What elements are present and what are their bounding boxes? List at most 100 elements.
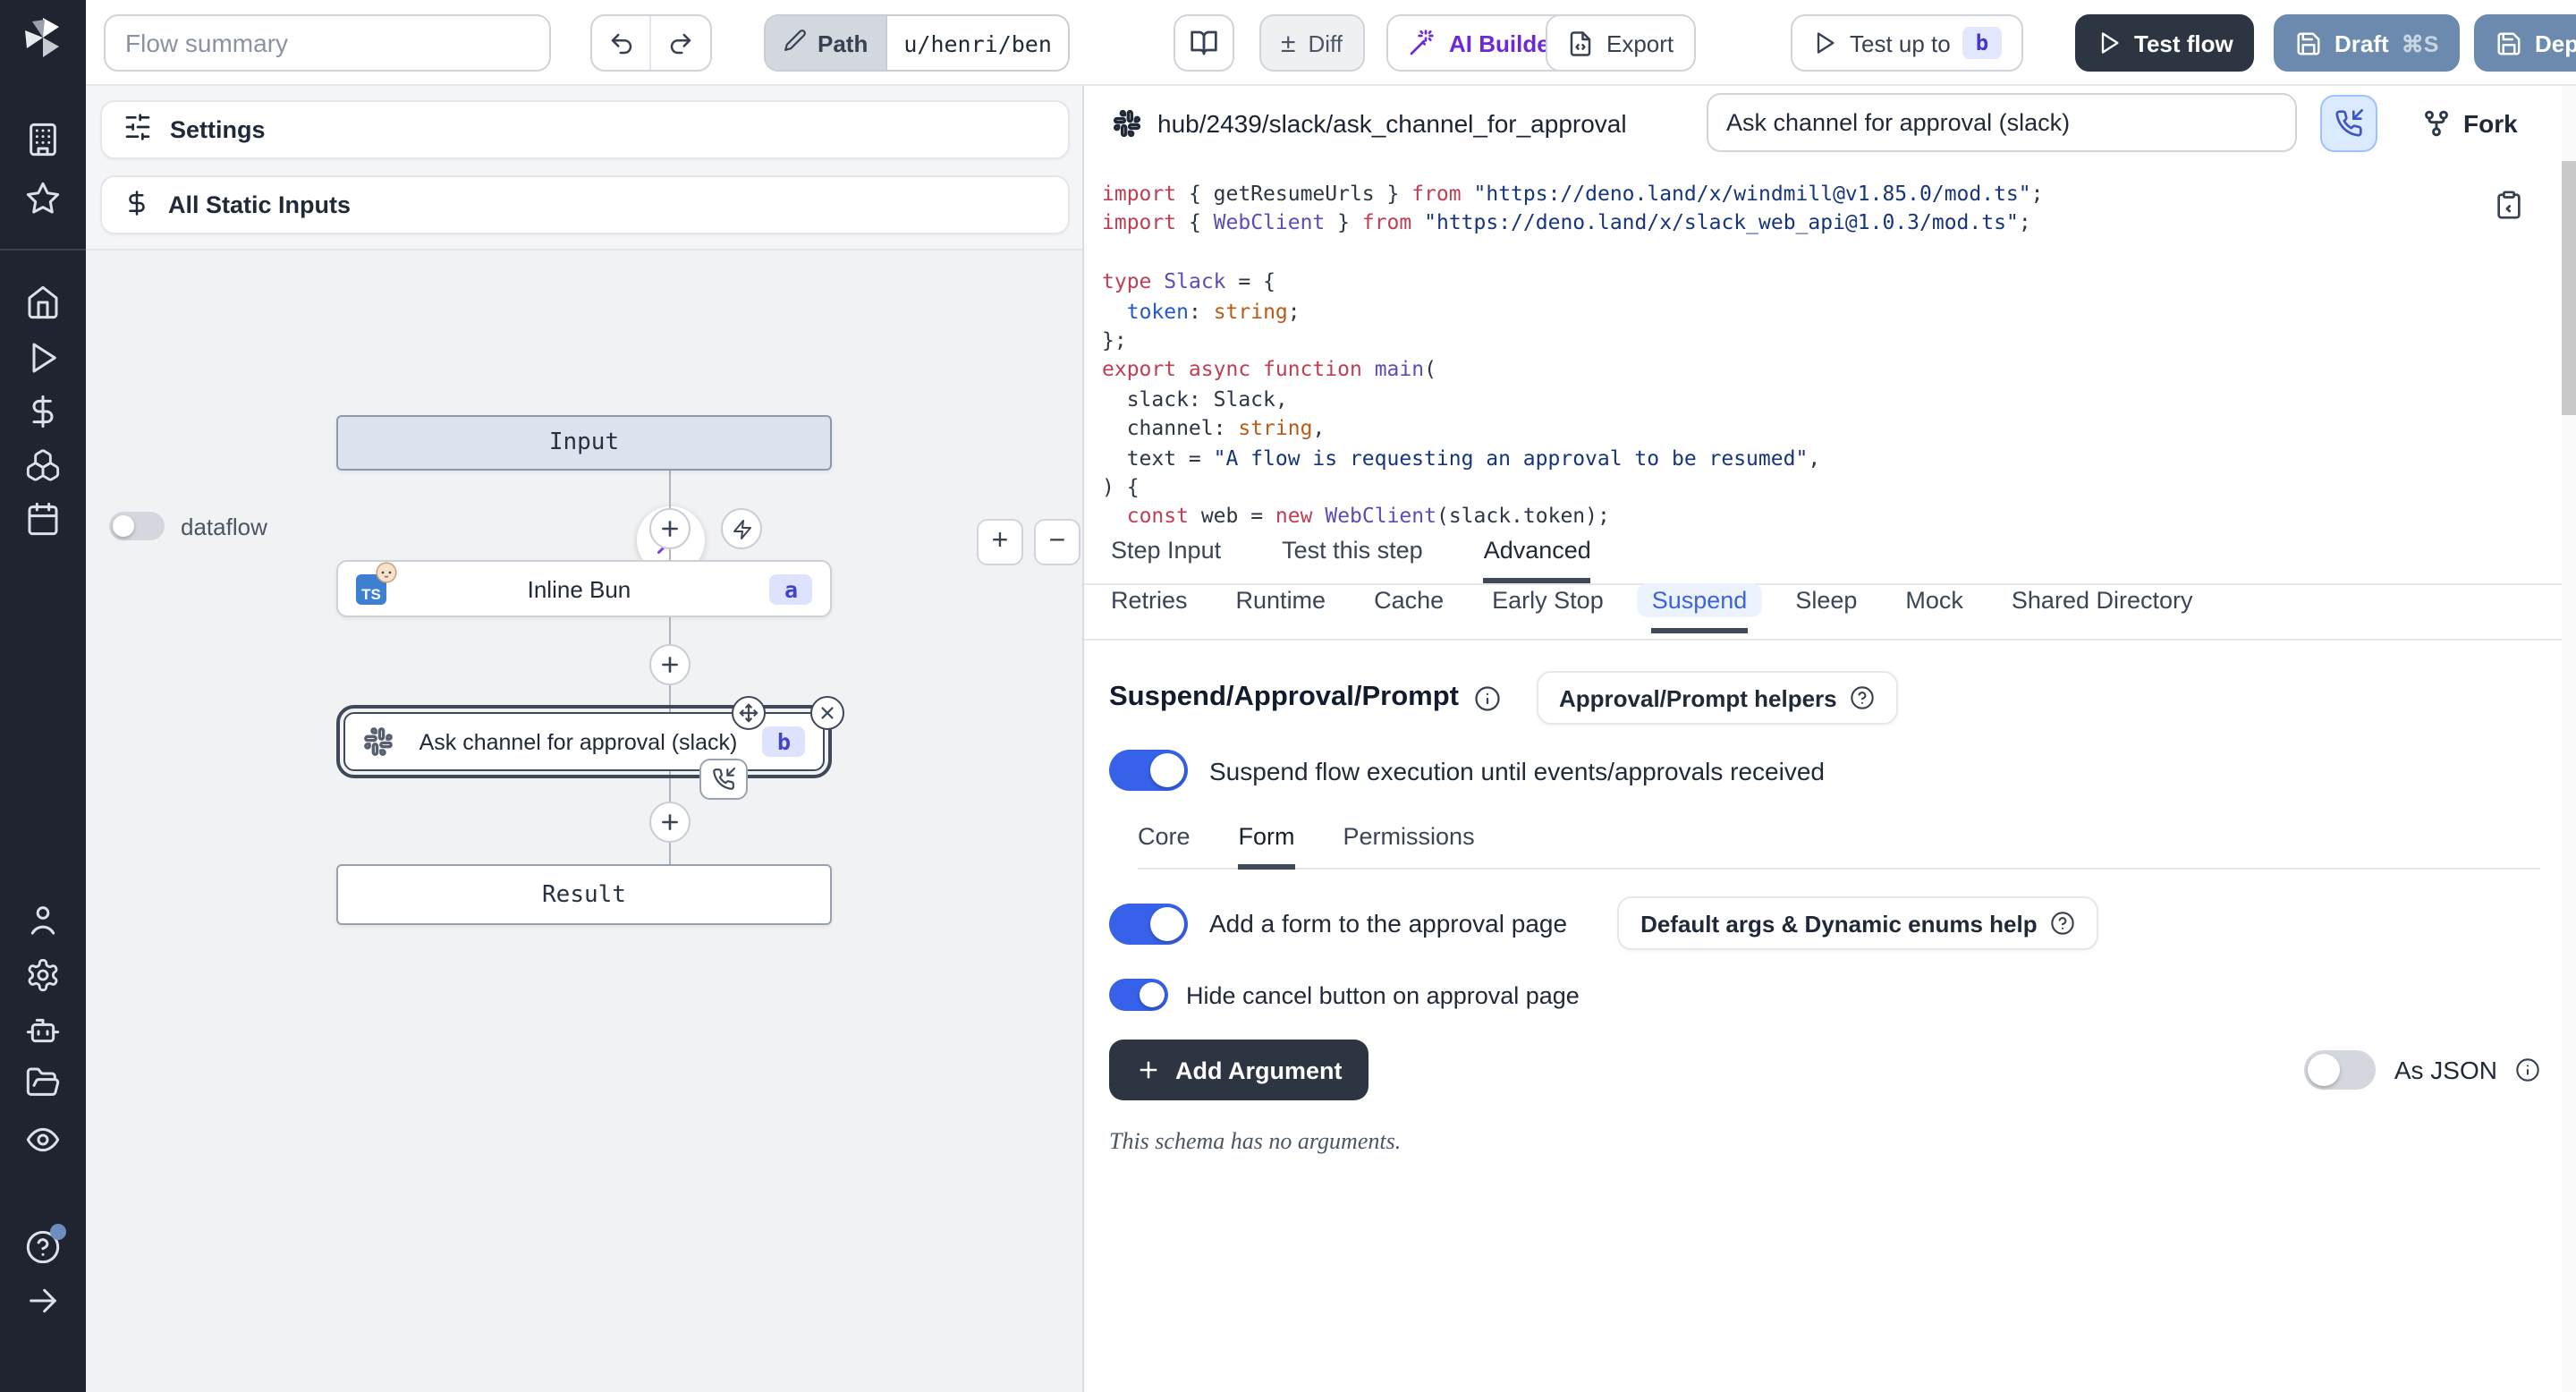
test-flow-button[interactable]: Test flow [2075,14,2255,72]
hide-cancel-toggle[interactable] [1109,979,1168,1011]
static-inputs-row[interactable]: All Static Inputs [100,175,1070,234]
code-editor[interactable]: import { getResumeUrls } from "https://d… [1102,179,2044,531]
insert-step-button[interactable] [649,508,691,549]
zoom-out-button[interactable]: − [1034,519,1080,565]
as-json-label: As JSON [2394,1056,2497,1084]
schedules-calendar-icon[interactable] [25,501,61,537]
save-icon [2496,30,2522,56]
diff-button[interactable]: ± Diff [1259,14,1364,72]
tab-shared-directory[interactable]: Shared Directory [2012,587,2193,633]
test-flow-label: Test flow [2134,30,2233,56]
info-icon[interactable] [1473,684,1500,711]
docs-book-button[interactable] [1174,14,1234,72]
tab-advanced[interactable]: Advanced [1484,537,1591,583]
tab-suspend[interactable]: Suspend [1652,587,1748,633]
suspend-title: Suspend/Approval/Prompt [1109,682,1459,714]
tab-runtime[interactable]: Runtime [1236,587,1326,633]
expand-sidebar-arrow-icon[interactable] [25,1283,61,1319]
deploy-button[interactable]: Deploy [2474,14,2576,72]
panel-scrollbar[interactable] [2562,86,2576,1392]
fork-button[interactable]: Fork [2408,95,2532,152]
resources-boxes-icon[interactable] [25,447,61,483]
dataflow-toggle[interactable] [109,512,165,540]
step-summary-input[interactable] [1707,93,2297,152]
variables-dollar-icon[interactable] [25,394,61,429]
delete-step-button[interactable] [810,696,844,730]
suspend-flow-toggle[interactable] [1109,750,1188,791]
tab-step-input[interactable]: Step Input [1111,537,1221,583]
tab-test-this-step[interactable]: Test this step [1282,537,1423,583]
toolbar: Path u/henri/ben ± Diff AI Builder Expor… [86,0,2576,86]
path-value[interactable]: u/henri/ben [886,16,1068,70]
sidebar-divider [0,249,86,250]
approval-prompt-helpers-button[interactable]: Approval/Prompt helpers [1536,671,1898,725]
flow-settings-row[interactable]: Settings [100,100,1070,159]
move-step-button[interactable] [732,696,766,730]
insert-step-button[interactable] [649,802,691,843]
path-group: Path u/henri/ben [764,14,1070,72]
tab-permissions[interactable]: Permissions [1343,823,1475,870]
tab-mock[interactable]: Mock [1905,587,1963,633]
ai-builder-label: AI Builder [1449,30,1559,56]
flow-summary-input[interactable] [104,14,551,72]
path-button[interactable]: Path [766,16,886,70]
result-node[interactable]: Result [336,864,832,925]
book-open-icon [1190,29,1218,57]
step-node-inline-bun[interactable]: TS Inline Bun a [336,560,832,617]
users-person-icon[interactable] [25,902,61,938]
step-badge: b [1963,27,2001,59]
draft-shortcut: ⌘S [2402,30,2439,56]
flow-panel: Settings All Static Inputs dataflow + − … [86,86,1084,1392]
step-tabs: Step Input Test this step Advanced [1084,537,2562,585]
trigger-zap-button[interactable] [721,508,762,549]
export-button[interactable]: Export [1546,14,1695,72]
favorites-star-icon[interactable] [25,181,61,216]
tab-core[interactable]: Core [1138,823,1191,870]
workers-robot-icon[interactable] [25,1013,61,1048]
scrollbar-thumb[interactable] [2562,161,2576,415]
export-label: Export [1606,30,1674,56]
workspace-building-icon[interactable] [25,122,61,157]
copy-code-icon[interactable] [2494,190,2526,222]
dollar-icon [123,189,150,221]
draft-button[interactable]: Draft ⌘S [2274,14,2460,72]
suspend-phone-incoming-icon [699,759,748,800]
tab-form[interactable]: Form [1239,823,1295,870]
tab-sleep[interactable]: Sleep [1795,587,1857,633]
undo-button[interactable] [592,16,651,70]
audit-eye-icon[interactable] [25,1122,61,1158]
help-icon[interactable] [25,1229,61,1265]
suspend-subtabs: Core Form Permissions [1138,823,2540,870]
file-code-icon [1567,30,1594,56]
suspend-phone-incoming-button[interactable] [2320,95,2377,152]
step-detail-panel: hub/2439/slack/ask_channel_for_approval … [1084,86,2576,1392]
tab-early-stop[interactable]: Early Stop [1492,587,1604,633]
runs-play-icon[interactable] [25,340,61,376]
empty-schema-note: This schema has no arguments. [1109,1127,2540,1156]
notification-dot [50,1224,66,1240]
insert-step-button[interactable] [649,644,691,685]
diff-label: Diff [1308,30,1343,56]
add-form-toggle[interactable] [1109,903,1188,944]
hub-path-text: hub/2439/slack/ask_channel_for_approval [1157,109,1627,138]
add-argument-button[interactable]: Add Argument [1109,1040,1369,1100]
settings-gear-icon[interactable] [25,957,61,993]
redo-button[interactable] [651,16,710,70]
plus-minus-icon: ± [1281,28,1295,58]
tab-retries[interactable]: Retries [1111,587,1188,633]
help-circle-icon [1850,685,1875,710]
home-icon[interactable] [25,284,61,320]
flow-settings-label: Settings [170,116,266,143]
test-up-to-button[interactable]: Test up to b [1791,14,2022,72]
as-json-toggle[interactable] [2305,1050,2377,1090]
default-args-help-button[interactable]: Default args & Dynamic enums help [1617,896,2098,950]
input-node[interactable]: Input [336,415,832,471]
info-icon[interactable] [2515,1057,2540,1082]
tab-cache[interactable]: Cache [1374,587,1444,633]
hub-script-path[interactable]: hub/2439/slack/ask_channel_for_approval [1113,109,1627,138]
folders-icon[interactable] [25,1065,61,1100]
magic-wand-icon [1408,29,1436,57]
zoom-in-button[interactable]: + [977,519,1023,565]
windmill-logo[interactable] [21,16,64,59]
sliders-icon [123,113,152,147]
